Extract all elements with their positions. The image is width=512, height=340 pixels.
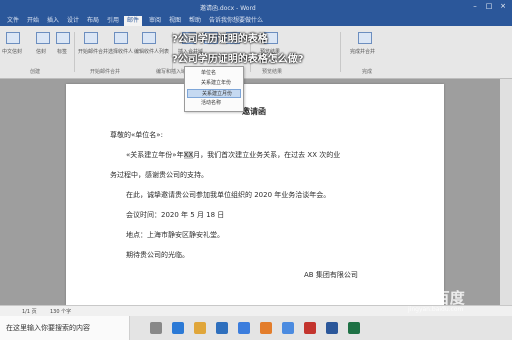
group-separator	[74, 32, 75, 72]
start-mail-merge-label: 开始邮件合并	[78, 49, 109, 55]
mail-icon[interactable]	[238, 322, 250, 334]
word-icon[interactable]	[326, 322, 338, 334]
finish-merge-label: 完成并合并	[350, 49, 376, 55]
maximize-icon[interactable]: □	[484, 2, 494, 11]
tab-design[interactable]: 设计	[64, 16, 82, 26]
merge-field-option-selected[interactable]: 关系建立月份	[187, 89, 241, 98]
salutation: 尊敬的«单位名»:	[110, 131, 163, 139]
group-finish: 完成	[362, 69, 373, 75]
select-recipients-label: 选择收件人	[108, 49, 134, 55]
browser-icon[interactable]	[282, 322, 294, 334]
paragraph-1-rest: 月，我们首次建立业务关系，在过去 XX 次的业	[193, 151, 341, 159]
envelope-label: 信封	[36, 49, 47, 55]
tab-view[interactable]: 视图	[166, 16, 184, 26]
tab-layout[interactable]: 布局	[84, 16, 102, 26]
group-write-insert: 编写和插入域	[156, 69, 187, 75]
edit-recipients-icon[interactable]	[140, 32, 158, 46]
taskbar: 在这里输入你要搜索的内容	[0, 316, 512, 340]
tab-help[interactable]: 帮助	[186, 16, 204, 26]
paragraph-2: 在此，诚挚邀请贵公司参加我单位组织的 2020 年业务洽谈年会。	[126, 191, 331, 199]
closing-line: 期待贵公司的光临。	[126, 251, 189, 259]
overlay-caption-2: ?公司学历证明的表格怎么做?	[172, 54, 304, 65]
paragraph-1: «关系建立年份»年XX月，我们首次建立业务关系，在过去 XX 次的业	[126, 150, 340, 160]
tab-review[interactable]: 审阅	[146, 16, 164, 26]
office-icon[interactable]	[260, 322, 272, 334]
merge-field-option[interactable]: 关系建立年份	[187, 79, 241, 88]
merge-field-year: «关系建立年份»年	[126, 151, 184, 159]
file-explorer-icon[interactable]	[194, 322, 206, 334]
tab-file[interactable]: 文件	[4, 16, 22, 26]
meeting-time: 会议时间：2020 年 5 月 18 日	[126, 211, 225, 219]
labels-icon[interactable]	[54, 32, 72, 46]
word-count: 130 个字	[50, 309, 72, 315]
watermark-brand: Bai百度	[408, 289, 465, 307]
vertical-scrollbar[interactable]	[500, 79, 512, 305]
tab-insert[interactable]: 插入	[44, 16, 62, 26]
task-view-icon[interactable]	[150, 322, 162, 334]
watermark-url: jingyan.baidu.com	[408, 306, 464, 313]
group-preview: 预览结果	[262, 69, 283, 75]
page-count: 1/1 页	[22, 309, 37, 315]
baidu-watermark: Bai百度 jingyan.baidu.com	[408, 287, 465, 313]
select-recipients-icon[interactable]	[112, 32, 130, 46]
merge-field-option[interactable]: 活动名称	[187, 99, 241, 108]
minimize-icon[interactable]: –	[470, 2, 480, 11]
title-bar: 邀请函.docx - Word – □ ×	[0, 0, 512, 14]
close-icon[interactable]: ×	[498, 2, 508, 11]
group-separator	[340, 32, 341, 72]
excel-icon[interactable]	[348, 322, 360, 334]
document-title: 邀请函	[242, 107, 266, 116]
tell-me-box[interactable]: 告诉我你想要做什么	[206, 16, 266, 26]
chinese-envelope-icon[interactable]	[4, 32, 22, 46]
envelope-icon[interactable]	[34, 32, 52, 46]
window-title: 邀请函.docx - Word	[200, 5, 256, 12]
merge-field-option[interactable]: 单位名	[187, 69, 241, 78]
taskbar-search[interactable]: 在这里输入你要搜索的内容	[0, 316, 130, 340]
chinese-envelope-label: 中文信封	[2, 49, 23, 55]
store-icon[interactable]	[216, 322, 228, 334]
overlay-caption-1: ?公司学历证明的表格	[172, 34, 268, 45]
group-create: 创建	[30, 69, 41, 75]
app-icon[interactable]	[304, 322, 316, 334]
group-start-merge: 开始邮件合并	[90, 69, 121, 75]
start-mail-merge-icon[interactable]	[82, 32, 100, 46]
tab-home[interactable]: 开始	[24, 16, 42, 26]
tab-mailings[interactable]: 邮件	[124, 16, 143, 26]
signature: AB 集团有限公司	[304, 271, 358, 279]
meeting-location: 地点：上海市静安区静安礼堂。	[126, 231, 224, 239]
tab-references[interactable]: 引用	[104, 16, 122, 26]
selected-text: XX	[183, 151, 194, 159]
labels-label: 标签	[57, 49, 68, 55]
document-page[interactable]: 邀请函 尊敬的«单位名»: «关系建立年份»年XX月，我们首次建立业务关系，在过…	[66, 84, 444, 306]
merge-field-dropdown: 单位名 关系建立年份 关系建立月份 活动名称	[184, 66, 244, 112]
edit-recipients-label: 编辑收件人列表	[134, 49, 170, 55]
edge-icon[interactable]	[172, 322, 184, 334]
paragraph-1-continued: 务过程中，感谢贵公司的支持。	[110, 171, 208, 179]
finish-merge-icon[interactable]	[356, 32, 374, 46]
ribbon-tabs: 文件 开始 插入 设计 布局 引用 邮件 审阅 视图 帮助 告诉我你想要做什么	[0, 14, 512, 26]
